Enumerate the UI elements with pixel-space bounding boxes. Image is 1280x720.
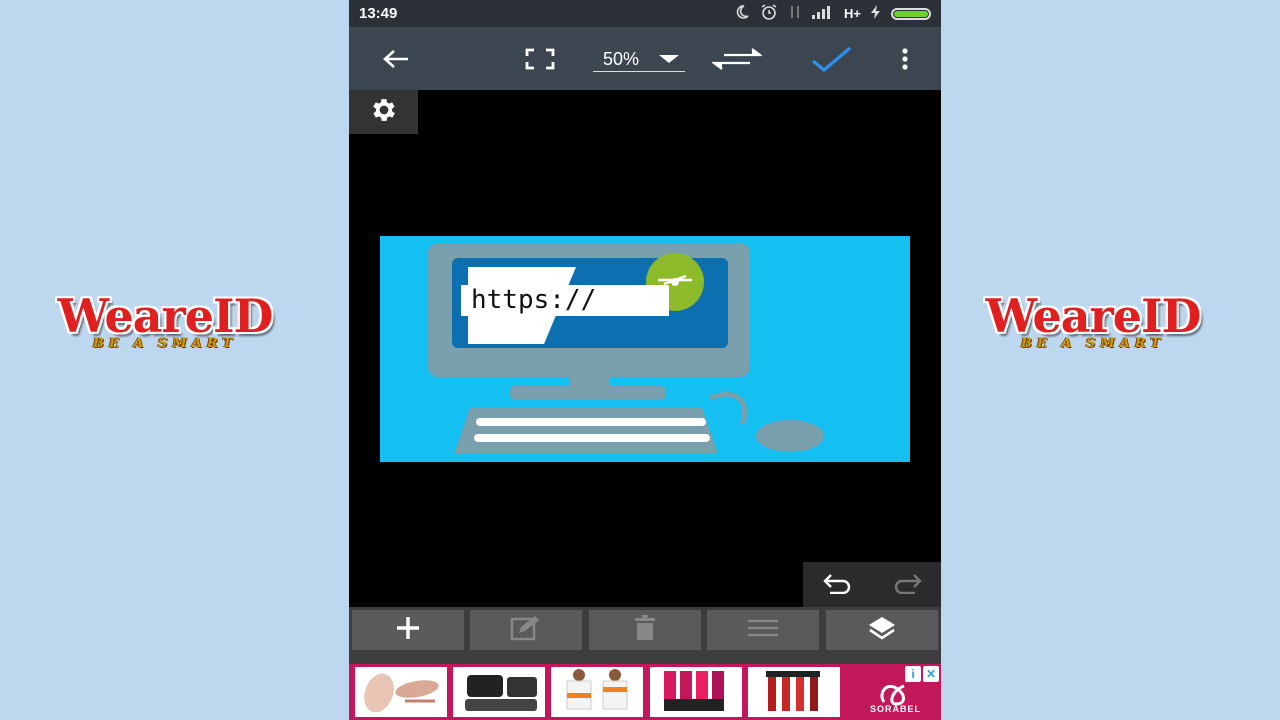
status-bar: 13:49 H+ — [349, 0, 941, 27]
edit-button[interactable] — [470, 610, 582, 650]
ad-banner[interactable]: SORABEL i ✕ — [349, 664, 941, 720]
more-vert-icon[interactable] — [889, 27, 921, 90]
gear-icon — [369, 95, 399, 130]
ad-brand-logo[interactable]: SORABEL i ✕ — [858, 664, 941, 720]
undo-redo-panel — [803, 562, 941, 608]
ad-close-icon[interactable]: ✕ — [923, 666, 939, 682]
ad-product-sandals[interactable] — [355, 667, 447, 717]
layers-button[interactable] — [826, 610, 938, 650]
add-icon — [393, 613, 423, 648]
ad-product-bag[interactable] — [453, 667, 545, 717]
check-icon[interactable] — [803, 27, 859, 90]
watermark-left: WeareID BE A SMART — [55, 290, 275, 351]
top-toolbar: 50% — [349, 27, 941, 90]
edit-icon — [509, 615, 543, 646]
undo-icon[interactable] — [822, 572, 854, 599]
watermark-name: WeareID — [57, 289, 274, 343]
redo-icon[interactable] — [891, 572, 923, 599]
watermark-name: WeareID — [985, 289, 1202, 343]
back-arrow-icon[interactable] — [371, 27, 421, 90]
canvas-image[interactable]: https:// — [380, 236, 910, 462]
settings-button[interactable] — [349, 90, 418, 134]
ad-brand-name: SORABEL — [870, 704, 922, 714]
data-transfer-icon — [788, 4, 802, 23]
computer-illustration — [428, 243, 824, 454]
fullscreen-icon[interactable] — [515, 27, 565, 90]
charging-icon — [871, 5, 881, 22]
ad-product-lip-gloss[interactable] — [748, 667, 840, 717]
add-layer-button[interactable] — [352, 610, 464, 650]
menu-lines-icon — [747, 619, 779, 642]
ad-product-shirts[interactable] — [551, 667, 643, 717]
chevron-down-icon — [659, 55, 679, 63]
zoom-value: 50% — [603, 49, 640, 69]
layers-icon — [867, 615, 897, 646]
delete-icon — [633, 614, 657, 646]
watermark-right: WeareID BE A SMART — [983, 290, 1203, 351]
edit-toolbar — [349, 607, 941, 664]
swap-arrows-icon[interactable] — [709, 27, 765, 90]
artwork-url-text: https:// — [461, 285, 669, 316]
ad-product-lip-cream[interactable] — [650, 667, 742, 717]
signal-icon — [812, 5, 834, 22]
network-type: H+ — [844, 6, 861, 21]
status-time: 13:49 — [359, 5, 398, 22]
zoom-dropdown[interactable]: 50% — [593, 41, 685, 72]
delete-button[interactable] — [589, 610, 701, 650]
moon-icon — [734, 4, 750, 23]
phone-screen: 13:49 H+ 50% https:// SORABEL i ✕ — [349, 0, 941, 720]
ad-info-icon[interactable]: i — [905, 666, 921, 682]
menu-button[interactable] — [707, 610, 819, 650]
battery-icon — [891, 7, 931, 20]
alarm-icon — [760, 4, 778, 23]
